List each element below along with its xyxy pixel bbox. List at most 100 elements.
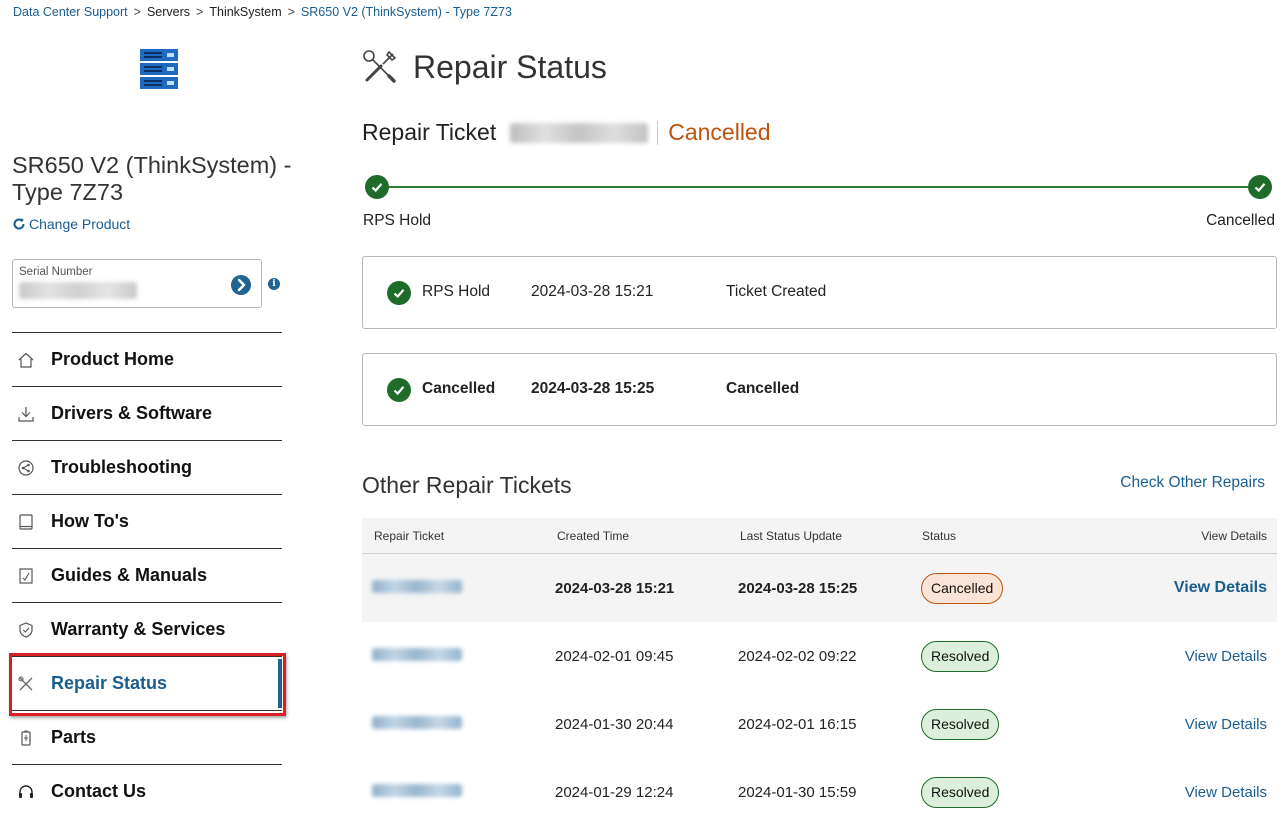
sidebar-nav: Product Home Drivers & Software Troubles… <box>12 332 282 818</box>
battery-icon <box>21 730 31 746</box>
nav-label: Parts <box>51 727 97 747</box>
table-row: 2024-02-01 09:45 2024-02-02 09:22 Resolv… <box>362 622 1277 690</box>
last-status-update: 2024-01-30 15:59 <box>738 784 857 801</box>
last-status-update: 2024-03-28 15:25 <box>738 580 858 597</box>
last-status-update: 2024-02-01 16:15 <box>738 716 857 733</box>
nav-item-parts[interactable]: Parts <box>12 710 282 764</box>
progress-step-end <box>1248 175 1272 199</box>
breadcrumb-separator: > <box>133 5 141 19</box>
change-product-link[interactable]: Change Product <box>12 216 130 232</box>
check-icon <box>1254 183 1266 193</box>
nav-label: Guides & Manuals <box>51 565 208 585</box>
status-badge: Cancelled <box>921 573 1004 604</box>
serial-submit-button[interactable] <box>231 275 251 295</box>
nav-label: Repair Status <box>51 673 168 693</box>
created-time: 2024-02-01 09:45 <box>555 648 674 665</box>
event-description: Cancelled <box>726 380 800 397</box>
column-header: Repair Ticket <box>374 529 445 543</box>
serial-number-value-redacted <box>19 282 137 299</box>
event-time: 2024-03-28 15:21 <box>531 283 654 300</box>
check-other-repairs-link[interactable]: Check Other Repairs <box>1120 474 1265 492</box>
event-check <box>387 378 411 402</box>
nav-label: Contact Us <box>51 781 147 801</box>
nav-label: Product Home <box>51 349 175 369</box>
column-header: Created Time <box>557 529 630 543</box>
share-icon <box>18 459 34 476</box>
ticket-id-link-redacted[interactable] <box>372 648 462 661</box>
ticket-header: Repair Ticket Cancelled <box>362 119 771 146</box>
event-status: Cancelled <box>422 380 496 397</box>
table-row: 2024-03-28 15:21 2024-03-28 15:25 Cancel… <box>362 554 1277 622</box>
tools-icon <box>363 50 397 83</box>
check-icon <box>393 386 405 396</box>
nav-item-drivers-software[interactable]: Drivers & Software <box>12 386 282 440</box>
book-icon <box>19 513 33 530</box>
created-time: 2024-01-29 12:24 <box>555 784 674 801</box>
chevron-right-icon <box>237 278 246 292</box>
check-icon <box>393 289 405 299</box>
page-header: Repair Status <box>361 48 607 86</box>
nav-label: Troubleshooting <box>51 457 192 477</box>
download-icon <box>18 406 34 422</box>
tools-icon <box>18 675 33 690</box>
breadcrumb-servers[interactable]: Servers <box>147 5 190 19</box>
table-row: 2024-01-30 20:44 2024-02-01 16:15 Resolv… <box>362 690 1277 758</box>
ticket-id-link-redacted[interactable] <box>372 580 462 593</box>
event-check <box>387 281 411 305</box>
table-row: 2024-01-29 12:24 2024-01-30 15:59 Resolv… <box>362 758 1277 819</box>
created-time: 2024-03-28 15:21 <box>555 580 675 597</box>
change-product-label: Change Product <box>29 216 131 232</box>
created-time: 2024-01-30 20:44 <box>555 716 674 733</box>
nav-item-how-tos[interactable]: How To's <box>12 494 282 548</box>
nav-item-contact-us[interactable]: Contact Us <box>12 764 282 818</box>
check-icon <box>371 183 383 193</box>
ticket-id-link-redacted[interactable] <box>372 784 462 797</box>
status-badge: Resolved <box>921 777 1000 808</box>
nav-item-warranty-services[interactable]: Warranty & Services <box>12 602 282 656</box>
progress-line <box>388 186 1248 188</box>
product-title: SR650 V2 (ThinkSystem) - Type 7Z73 <box>12 152 292 205</box>
event-description: Ticket Created <box>726 283 827 300</box>
home-icon <box>18 352 34 368</box>
table-header: Repair Ticket Created Time Last Status U… <box>362 518 1277 554</box>
status-event-card: RPS Hold 2024-03-28 15:21 Ticket Created <box>362 256 1277 329</box>
breadcrumb-thinksystem[interactable]: ThinkSystem <box>209 5 281 19</box>
other-repair-tickets-heading: Other Repair Tickets <box>362 472 572 498</box>
repair-tickets-table: Repair Ticket Created Time Last Status U… <box>362 518 1277 819</box>
view-details-link[interactable]: View Details <box>1185 716 1267 733</box>
event-time: 2024-03-28 15:25 <box>531 380 655 397</box>
serial-number-field[interactable]: Serial Number <box>12 259 262 308</box>
status-badge: Resolved <box>921 709 1000 740</box>
progress-step-start <box>365 175 389 199</box>
column-header: Last Status Update <box>740 529 843 543</box>
server-product-image <box>140 49 178 89</box>
nav-item-repair-status[interactable]: Repair Status <box>12 656 282 710</box>
ticket-id-link-redacted[interactable] <box>372 716 462 729</box>
nav-item-troubleshooting[interactable]: Troubleshooting <box>12 440 282 494</box>
nav-item-product-home[interactable]: Product Home <box>12 332 282 386</box>
breadcrumb-separator: > <box>287 5 295 19</box>
breadcrumb-data-center-support[interactable]: Data Center Support <box>13 5 128 19</box>
info-icon[interactable]: i <box>268 278 280 290</box>
headset-icon <box>19 784 33 798</box>
manual-icon <box>19 567 33 584</box>
progress-end-label: Cancelled <box>1206 212 1275 229</box>
breadcrumb-current-product[interactable]: SR650 V2 (ThinkSystem) - Type 7Z73 <box>301 5 512 19</box>
nav-label: Warranty & Services <box>51 619 226 639</box>
last-status-update: 2024-02-02 09:22 <box>738 648 857 665</box>
nav-label: Drivers & Software <box>51 403 213 423</box>
nav-label: How To's <box>51 511 129 531</box>
page-title: Repair Status <box>413 48 607 85</box>
divider <box>657 120 659 145</box>
shield-icon <box>19 621 33 638</box>
view-details-link[interactable]: View Details <box>1185 648 1267 665</box>
column-header: View Details <box>1201 529 1267 543</box>
progress-start-label: RPS Hold <box>363 212 432 229</box>
view-details-link[interactable]: View Details <box>1174 579 1267 597</box>
nav-item-guides-manuals[interactable]: Guides & Manuals <box>12 548 282 602</box>
status-event-card: Cancelled 2024-03-28 15:25 Cancelled <box>362 353 1277 426</box>
ticket-label: Repair Ticket <box>362 119 497 145</box>
column-header: Status <box>922 529 957 543</box>
serial-number-label: Serial Number <box>19 266 93 278</box>
view-details-link[interactable]: View Details <box>1185 784 1267 801</box>
